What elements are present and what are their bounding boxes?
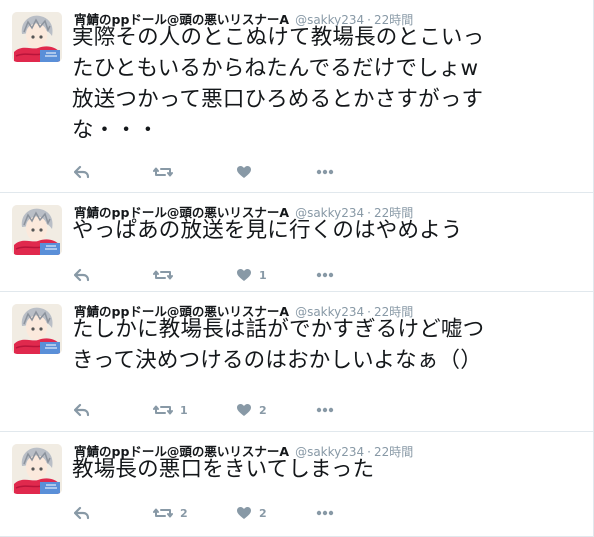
tweet-actions xyxy=(74,162,374,182)
like-count: 1 xyxy=(259,268,267,282)
tweet-text-line: な・・・ xyxy=(72,118,159,143)
like-button[interactable]: 1 xyxy=(236,265,267,285)
like-button[interactable]: 2 xyxy=(236,503,267,523)
tweet-actions: 1 2 xyxy=(74,400,374,420)
reply-icon xyxy=(74,165,90,179)
retweet-button[interactable] xyxy=(153,162,180,182)
tweet-text-line: 実際その人のとこぬけて教場長のとこいっ xyxy=(72,25,485,50)
more-button[interactable] xyxy=(316,400,334,420)
avatar[interactable] xyxy=(12,205,62,255)
tweet[interactable]: 宵鯖のppドール@頭の悪いリスナーA @sakky234 · 22時間 実際その… xyxy=(0,0,593,193)
tweet-actions: 1 xyxy=(74,265,374,285)
retweet-icon xyxy=(153,268,173,282)
more-icon xyxy=(316,510,334,516)
retweet-button[interactable] xyxy=(153,265,180,285)
more-icon xyxy=(316,407,334,413)
heart-icon xyxy=(236,506,252,520)
tweet-text-line: たしかに教場長は話がでかすぎるけど嘘つ xyxy=(72,317,485,342)
tweet-text: やっぱあの放送を見に行くのはやめよう xyxy=(72,215,577,246)
retweet-icon xyxy=(153,165,173,179)
tweet[interactable]: 宵鯖のppドール@頭の悪いリスナーA @sakky234 · 22時間 教場長の… xyxy=(0,432,593,537)
tweet-text-line: やっぱあの放送を見に行くのはやめよう xyxy=(72,218,463,243)
tweet-text: 実際その人のとこぬけて教場長のとこいっ たひともいるからねたんでるだけでしょw 放送… xyxy=(72,22,577,146)
heart-icon xyxy=(236,268,252,282)
tweet[interactable]: 宵鯖のppドール@頭の悪いリスナーA @sakky234 · 22時間 たしかに… xyxy=(0,292,593,432)
retweet-count: 2 xyxy=(180,506,188,520)
like-button[interactable] xyxy=(236,162,259,182)
heart-icon xyxy=(236,403,252,417)
tweet-text-line: たひともいるからねたんでるだけでしょw xyxy=(72,56,479,81)
avatar[interactable] xyxy=(12,12,62,62)
heart-icon xyxy=(236,165,252,179)
tweet-actions: 2 2 xyxy=(74,503,374,523)
tweet-text-line: 放送つかって悪口ひろめるとかさすがっす xyxy=(72,87,484,112)
like-count: 2 xyxy=(259,506,267,520)
tweet-text: たしかに教場長は話がでかすぎるけど嘘つ きって決めつけるのはおかしいよなぁ（） xyxy=(72,314,577,376)
tweet-text-line: 教場長の悪口をきいてしまった xyxy=(72,457,375,482)
reply-button[interactable] xyxy=(74,400,90,420)
tweet-timeline: 宵鯖のppドール@頭の悪いリスナーA @sakky234 · 22時間 実際その… xyxy=(0,0,594,537)
avatar[interactable] xyxy=(12,304,62,354)
like-count: 2 xyxy=(259,403,267,417)
more-button[interactable] xyxy=(316,503,334,523)
retweet-button[interactable]: 2 xyxy=(153,503,188,523)
like-button[interactable]: 2 xyxy=(236,400,267,420)
retweet-icon xyxy=(153,403,173,417)
reply-icon xyxy=(74,403,90,417)
more-icon xyxy=(316,169,334,175)
reply-icon xyxy=(74,506,90,520)
reply-icon xyxy=(74,268,90,282)
retweet-button[interactable]: 1 xyxy=(153,400,188,420)
retweet-count: 1 xyxy=(180,403,188,417)
tweet-text: 教場長の悪口をきいてしまった xyxy=(72,454,577,485)
tweet-text-line: きって決めつけるのはおかしいよなぁ（） xyxy=(72,348,482,373)
tweet[interactable]: 宵鯖のppドール@頭の悪いリスナーA @sakky234 · 22時間 やっぱあ… xyxy=(0,193,593,292)
more-button[interactable] xyxy=(316,162,334,182)
more-icon xyxy=(316,272,334,278)
retweet-icon xyxy=(153,506,173,520)
avatar[interactable] xyxy=(12,444,62,494)
reply-button[interactable] xyxy=(74,162,90,182)
reply-button[interactable] xyxy=(74,503,90,523)
reply-button[interactable] xyxy=(74,265,90,285)
more-button[interactable] xyxy=(316,265,334,285)
